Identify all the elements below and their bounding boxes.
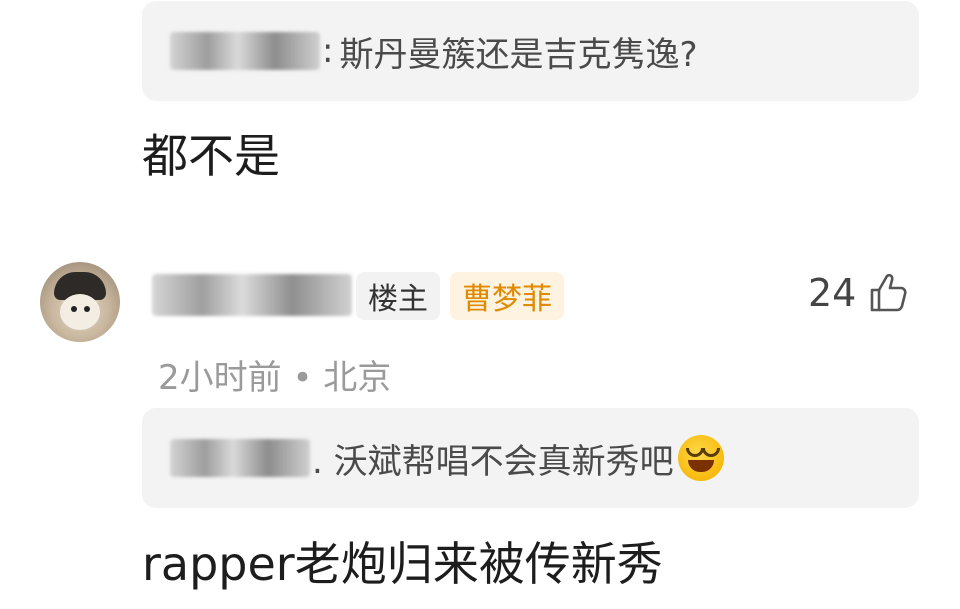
like-button[interactable]: 24 [808, 268, 908, 318]
user-tag-badge[interactable]: 曹梦菲 [450, 272, 564, 320]
quoted-comment-box[interactable]: : 斯丹曼簇还是吉克隽逸? [142, 1, 919, 101]
op-badge: 楼主 [356, 272, 440, 320]
comment-meta: 2小时前 • 北京 [158, 358, 392, 398]
grinning-squinting-face-icon [677, 435, 724, 481]
reply-text: 都不是 [142, 129, 280, 183]
like-count: 24 [808, 271, 857, 315]
blurred-username [170, 439, 310, 477]
user-avatar[interactable] [40, 262, 120, 342]
username[interactable] [152, 270, 354, 320]
quoted-comment-box[interactable]: . 沃斌帮唱不会真新秀吧 [142, 408, 919, 508]
quote-colon: : [322, 31, 334, 71]
quoted-comment-text: 斯丹曼簇还是吉克隽逸? [339, 34, 698, 75]
reply-text: rapper老炮归来被传新秀 [142, 537, 663, 591]
blurred-username [152, 274, 352, 316]
thumbs-up-icon [871, 273, 907, 312]
quoted-comment-text: . 沃斌帮唱不会真新秀吧 [312, 441, 674, 482]
blurred-username [170, 32, 320, 70]
